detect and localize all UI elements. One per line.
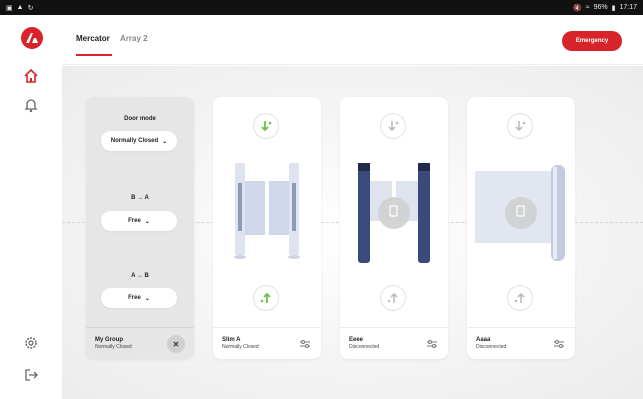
battery-icon: ▮ bbox=[611, 4, 616, 12]
gear-icon[interactable] bbox=[23, 335, 39, 351]
direction-ba-value: Free bbox=[128, 218, 141, 224]
device-card-footer: Slim A Normally Closed bbox=[213, 327, 321, 359]
device-card-slim-a[interactable]: Slim A Normally Closed bbox=[213, 97, 321, 359]
exit-arrow-button[interactable] bbox=[507, 285, 533, 311]
door-mode-value: Normally Closed bbox=[110, 138, 159, 144]
tab-mercator[interactable]: Mercator bbox=[76, 34, 110, 43]
entry-arrow-button[interactable] bbox=[253, 113, 279, 139]
wifi-icon: ≈ bbox=[585, 4, 590, 11]
status-right-icons: 🔇 ≈ 96% ▮ 17:17 bbox=[573, 4, 637, 12]
arrow-up-grey-icon bbox=[514, 292, 525, 303]
status-left-icons: ▣ ▲ ↻ bbox=[6, 4, 33, 12]
device-status: Disconnected bbox=[349, 344, 380, 350]
home-icon[interactable] bbox=[23, 68, 39, 84]
group-card-footer: My Group Normally Closed ✕ bbox=[86, 327, 194, 359]
direction-ab-label: A → B bbox=[131, 273, 149, 279]
arrow-up-grey-icon bbox=[387, 292, 398, 303]
device-canvas: Door mode Normally Closed ⌄ B → A Free ⌄… bbox=[62, 66, 643, 399]
device-card-eeee[interactable]: Eeee Disconnected bbox=[340, 97, 448, 359]
tablet-screen: ▣ ▲ ↻ 🔇 ≈ 96% ▮ 17:17 Mercator Array 2 E… bbox=[0, 0, 643, 399]
door-mode-label: Door mode bbox=[124, 116, 156, 122]
door-mode-dropdown[interactable]: Normally Closed ⌄ bbox=[101, 131, 177, 151]
direction-ba-label: B → A bbox=[131, 195, 149, 201]
logout-icon[interactable] bbox=[23, 367, 39, 383]
device-status: Disconnected bbox=[476, 344, 507, 350]
clock: 17:17 bbox=[619, 4, 637, 11]
chevron-down-icon: ⌄ bbox=[162, 138, 168, 145]
speedgate-illustration bbox=[358, 163, 430, 263]
sliders-icon[interactable] bbox=[299, 339, 311, 349]
direction-ab-dropdown[interactable]: Free ⌄ bbox=[101, 288, 177, 308]
entry-arrow-button[interactable] bbox=[507, 113, 533, 139]
battery-level: 96% bbox=[593, 4, 608, 11]
sliders-icon[interactable] bbox=[553, 339, 565, 349]
active-tab-indicator bbox=[76, 54, 112, 56]
close-group-button[interactable]: ✕ bbox=[167, 335, 185, 353]
device-card-aaaa[interactable]: Aaaa Disconnected bbox=[467, 97, 575, 359]
direction-ba-dropdown[interactable]: Free ⌄ bbox=[101, 211, 177, 231]
entry-arrow-button[interactable] bbox=[380, 113, 406, 139]
device-name: Aaaa bbox=[476, 337, 491, 343]
device-name: Slim A bbox=[222, 337, 241, 343]
mute-icon: 🔇 bbox=[573, 4, 582, 12]
logo-icon bbox=[26, 33, 38, 43]
group-card: Door mode Normally Closed ⌄ B → A Free ⌄… bbox=[86, 97, 194, 359]
glass-door-illustration bbox=[475, 165, 565, 261]
slim-gate-illustration bbox=[234, 163, 300, 259]
top-header: Mercator Array 2 Emergency bbox=[62, 15, 643, 65]
status-bar: ▣ ▲ ↻ 🔇 ≈ 96% ▮ 17:17 bbox=[0, 0, 643, 15]
chevron-down-icon: ⌄ bbox=[144, 295, 150, 302]
gallery-icon: ▣ bbox=[6, 4, 13, 12]
group-name: My Group bbox=[95, 337, 123, 343]
arrow-down-grey-icon bbox=[515, 121, 526, 132]
tab-array-2[interactable]: Array 2 bbox=[120, 34, 148, 43]
chevron-down-icon: ⌄ bbox=[144, 218, 150, 225]
warning-icon: ▲ bbox=[16, 4, 24, 11]
arrow-down-green-icon bbox=[261, 121, 272, 132]
group-status: Normally Closed bbox=[95, 344, 132, 350]
direction-ab-value: Free bbox=[128, 295, 141, 301]
device-card-footer: Aaaa Disconnected bbox=[467, 327, 575, 359]
arrow-down-grey-icon bbox=[388, 121, 399, 132]
device-status: Normally Closed bbox=[222, 344, 259, 350]
emergency-button[interactable]: Emergency bbox=[562, 31, 622, 51]
arrow-up-green-icon bbox=[260, 292, 271, 303]
exit-arrow-button[interactable] bbox=[380, 285, 406, 311]
bell-icon[interactable] bbox=[23, 97, 39, 113]
close-icon: ✕ bbox=[172, 339, 180, 349]
sliders-icon[interactable] bbox=[426, 339, 438, 349]
app-logo[interactable] bbox=[21, 27, 43, 49]
exit-arrow-button[interactable] bbox=[253, 285, 279, 311]
device-name: Eeee bbox=[349, 337, 364, 343]
device-card-footer: Eeee Disconnected bbox=[340, 327, 448, 359]
sync-icon: ↻ bbox=[27, 4, 34, 12]
